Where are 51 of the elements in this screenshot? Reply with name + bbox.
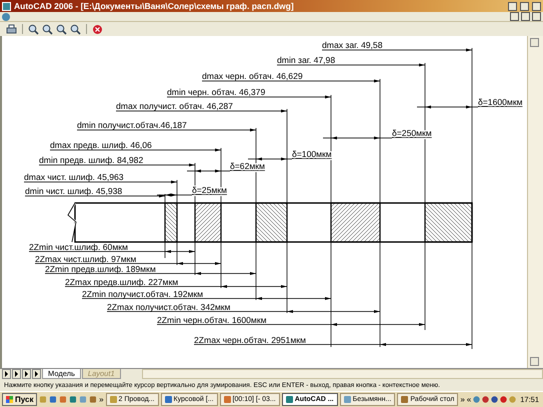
dimension-label: 2Zmax черн.обтач. 2951мкм xyxy=(194,335,306,345)
app-icon xyxy=(224,396,231,403)
tab-nav-button[interactable] xyxy=(22,369,31,379)
dimension-label: 2Zmin черн.обтач. 1600мкм xyxy=(157,315,267,325)
scroll-up-button[interactable] xyxy=(530,38,539,47)
dimension-label: 2Zmin предв.шлиф. 189мкм xyxy=(45,264,156,274)
scroll-down-button[interactable] xyxy=(530,357,539,366)
dimension-label: dmax предв. шлиф. 46,06 xyxy=(50,140,152,150)
document-icon xyxy=(2,12,10,20)
app-icon xyxy=(2,2,11,10)
dimension-label: dmin заг. 47,98 xyxy=(277,55,336,65)
tolerance-label: δ=1600мкм xyxy=(478,97,522,107)
dimension-label: dmax черн. обтач. 46,629 xyxy=(202,71,303,81)
dimension-label: 2Zmin чист.шлиф. 60мкм xyxy=(29,242,128,252)
close-icon[interactable] xyxy=(92,24,103,34)
app-icon xyxy=(344,396,351,403)
dimension-label: dmax заг. 49,58 xyxy=(322,40,382,50)
dimension-label: dmin черн. обтач. 46,379 xyxy=(167,87,266,97)
dimension-label: 2Zmax получист.обтач. 342мкм xyxy=(107,302,230,312)
tab-nav-button[interactable] xyxy=(2,369,11,379)
zoom-icon[interactable] xyxy=(42,24,53,34)
toolbar-overflow[interactable]: » xyxy=(460,395,465,404)
dimension-label: 2Zmax предв.шлиф. 227мкм xyxy=(65,277,178,287)
dimension-label: dmax чист. шлиф. 45,963 xyxy=(24,172,124,182)
zoom-icon[interactable] xyxy=(28,24,39,34)
dimension-line xyxy=(322,136,392,140)
toolbar-overflow[interactable]: » xyxy=(99,395,104,404)
dimension-line xyxy=(186,170,230,172)
dimension-label: dmax получист. обтач. 46,287 xyxy=(116,101,233,111)
drawing-canvas[interactable] xyxy=(0,36,527,368)
window-title: AutoCAD 2006 - [E:\Документы\Ваня\Солер\схемы граф. расп.dwg] xyxy=(14,1,295,11)
tab-nav-button[interactable] xyxy=(32,369,41,379)
tab-nav-button[interactable] xyxy=(12,369,21,379)
dimension-label: dmin чист. шлиф. 45,938 xyxy=(25,186,122,196)
dimension-line xyxy=(416,106,478,108)
app-icon xyxy=(401,396,408,403)
print-icon[interactable] xyxy=(6,24,17,34)
dimension-label: dmin получист.обтач.46,187 xyxy=(77,120,187,130)
start-button[interactable]: Пуск xyxy=(2,393,38,406)
zoom-icon[interactable] xyxy=(70,24,81,34)
app-icon xyxy=(286,396,293,403)
tray-collapse[interactable]: « xyxy=(466,395,472,404)
windows-flag-icon xyxy=(6,396,13,403)
zoom-icon[interactable] xyxy=(56,24,67,34)
app-icon xyxy=(110,396,117,403)
dimension-label: 2Zmax чист.шлиф. 97мкм xyxy=(35,254,136,264)
dimension-label: 2Zmin получист.обтач. 192мкм xyxy=(82,289,204,299)
app-icon xyxy=(164,396,172,403)
dimension-label: dmin предв. шлиф. 84,982 xyxy=(39,155,144,165)
horizontal-scrollbar[interactable] xyxy=(142,369,543,379)
dimension-line xyxy=(248,158,292,160)
